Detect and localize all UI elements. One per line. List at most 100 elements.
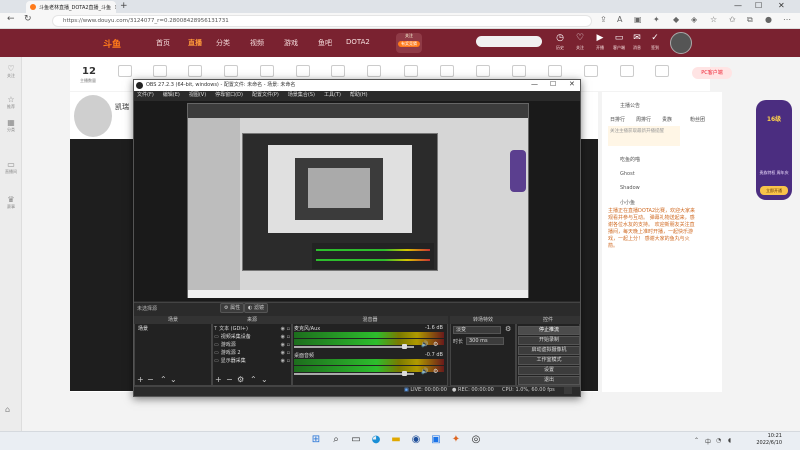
extension-icon[interactable]: ✦ <box>653 15 660 24</box>
category-icon[interactable] <box>512 65 526 77</box>
message-icon[interactable]: ✉ <box>628 33 646 43</box>
category-icon[interactable] <box>118 65 132 77</box>
category-icon[interactable] <box>331 65 345 77</box>
favorites-icon[interactable]: ☆ <box>710 15 717 24</box>
desktop-volume-slider[interactable] <box>294 373 414 375</box>
category-icon[interactable] <box>584 65 598 77</box>
follow-icon[interactable]: ♡ <box>571 33 589 43</box>
taskbar-clock[interactable]: 10:21 2022/6/10 <box>748 433 782 447</box>
source-item[interactable]: ▭ 显示器采集 ◉ ▫ <box>214 357 290 365</box>
new-tab-button[interactable]: + <box>120 1 128 11</box>
menu-view[interactable]: 视图(V) <box>189 91 206 100</box>
source-item[interactable]: ▭ 视频采集设备 ◉ ▫ <box>214 333 290 341</box>
nav-video[interactable]: 视频 <box>250 38 264 48</box>
mixer-gear-icon[interactable]: ⚙ <box>433 341 438 348</box>
nav-category[interactable]: 分类 <box>216 38 230 48</box>
collections-icon[interactable]: ▣ <box>634 15 642 24</box>
rank-tab-day[interactable]: 日排行 <box>610 116 625 123</box>
broadcast-icon[interactable]: ▶ <box>591 33 609 43</box>
client-icon[interactable]: ▭ <box>610 33 628 43</box>
menu-help[interactable]: 帮助(H) <box>350 91 368 100</box>
extension-3-icon[interactable]: ◈ <box>691 15 697 24</box>
sidebar-item-category[interactable]: ▦ 分类 <box>2 118 20 133</box>
obs-taskbar-icon[interactable]: ◎ <box>470 434 482 446</box>
rank-item[interactable]: Ghost <box>620 171 635 177</box>
edge-icon[interactable]: ◕ <box>370 434 382 446</box>
ime-label[interactable]: 中 <box>705 437 711 446</box>
category-icon[interactable] <box>620 65 634 77</box>
category-icon[interactable] <box>153 65 167 77</box>
virtual-camera-button[interactable]: 启动虚拟摄像机 <box>518 346 580 355</box>
history-icon[interactable]: ◷ <box>551 33 569 43</box>
menu-edit[interactable]: 编辑(E) <box>163 91 180 100</box>
rank-tab-fans[interactable]: 粉丝团 <box>690 116 705 123</box>
category-icon[interactable] <box>404 65 418 77</box>
share-icon[interactable]: ⇪ <box>600 15 607 24</box>
site-search-input[interactable] <box>476 36 542 47</box>
store-icon[interactable]: ▣ <box>430 434 442 446</box>
nav-game[interactable]: 游戏 <box>284 38 298 48</box>
exit-button[interactable]: 退出 <box>518 376 580 385</box>
minimize-button[interactable]: — <box>734 1 742 10</box>
mic-volume-slider[interactable] <box>294 346 414 348</box>
menu-scene-collection[interactable]: 场景集合(S) <box>288 91 315 100</box>
speaker-icon[interactable]: 🔊 <box>421 341 428 348</box>
mic-volume-handle[interactable] <box>402 344 407 349</box>
explorer-icon[interactable]: ▬ <box>390 434 402 446</box>
search-icon[interactable]: ⌕ <box>330 434 342 446</box>
obs-close-button[interactable]: ✕ <box>569 80 575 88</box>
nav-home[interactable]: 首页 <box>156 38 170 48</box>
rank-item[interactable]: 吃鱼的喵 <box>620 156 640 163</box>
properties-button[interactable]: ⚙ 属性 <box>220 303 245 313</box>
nav-dota2[interactable]: DOTA2 <box>346 38 370 46</box>
speaker-icon[interactable]: 🔊 <box>421 368 428 375</box>
sidebar-item-recommend[interactable]: ☆ 推荐 <box>2 95 20 110</box>
move-down-icon[interactable]: ⌄ <box>170 375 177 384</box>
visibility-icon[interactable]: ◉ ▫ <box>281 349 290 357</box>
network-icon[interactable]: ◔ <box>716 437 721 444</box>
scene-item[interactable]: 场景 <box>136 325 210 333</box>
browser-tab[interactable]: 斗鱼老林直播_DOTA2直播_斗鱼 × <box>26 1 116 13</box>
desktop-volume-handle[interactable] <box>402 371 407 376</box>
rank-item[interactable]: 小小鱼 <box>620 199 635 206</box>
profile-icon[interactable]: ● <box>765 15 772 24</box>
category-icon[interactable] <box>367 65 381 77</box>
close-window-button[interactable]: ✕ <box>778 1 785 10</box>
url-field[interactable]: https://www.douyu.com/3124077_r=0.280084… <box>52 15 592 27</box>
favorites-bar-icon[interactable]: ✩ <box>729 15 736 24</box>
category-icon[interactable] <box>476 65 490 77</box>
sidebar-collapse-icon[interactable]: ⌂ <box>5 405 10 414</box>
tray-up-icon[interactable]: ⌃ <box>694 437 699 444</box>
follow-promo[interactable]: 关注 有奖竞猜 <box>396 33 422 53</box>
obs-minimize-button[interactable]: — <box>531 80 538 88</box>
visibility-icon[interactable]: ◉ ▫ <box>281 325 290 333</box>
pc-client-button[interactable]: PC客户端 <box>692 67 732 79</box>
visibility-icon[interactable]: ◉ ▫ <box>281 357 290 365</box>
menu-docks[interactable]: 停靠窗口(D) <box>215 91 243 100</box>
add-source-button[interactable]: + <box>215 375 222 384</box>
rank-tab-noble[interactable]: 贵族 <box>662 116 672 123</box>
steam-icon[interactable]: ◉ <box>410 434 422 446</box>
category-icon[interactable] <box>440 65 454 77</box>
mixer-gear-icon[interactable]: ⚙ <box>433 368 438 375</box>
reading-mode-icon[interactable]: A <box>617 15 622 24</box>
user-avatar[interactable] <box>670 32 692 54</box>
streamer-avatar[interactable] <box>74 95 112 137</box>
sidebar-item-event[interactable]: ♛ 赛事 <box>2 195 20 210</box>
source-item[interactable]: T 文本 (GDI+) ◉ ▫ <box>214 325 290 333</box>
sidebar-item-room[interactable]: ▭ 直播间 <box>2 160 20 175</box>
refresh-icon[interactable]: ↻ <box>24 14 32 24</box>
studio-mode-button[interactable]: 工作室模式 <box>518 356 580 365</box>
obs-maximize-button[interactable]: ☐ <box>550 80 556 88</box>
source-gear-icon[interactable]: ⚙ <box>237 375 244 384</box>
transition-select[interactable]: 淡变 <box>453 326 501 334</box>
checkin-icon[interactable]: ✓ <box>646 33 664 43</box>
source-item[interactable]: ▭ 游戏源 2 ◉ ▫ <box>214 349 290 357</box>
category-icon[interactable] <box>296 65 310 77</box>
visibility-icon[interactable]: ◉ ▫ <box>281 341 290 349</box>
category-icon[interactable] <box>655 65 669 77</box>
site-logo[interactable]: 斗鱼 <box>103 37 121 50</box>
category-icon[interactable] <box>188 65 202 77</box>
move-up-icon[interactable]: ⌃ <box>160 375 167 384</box>
move-up-icon[interactable]: ⌃ <box>250 375 257 384</box>
